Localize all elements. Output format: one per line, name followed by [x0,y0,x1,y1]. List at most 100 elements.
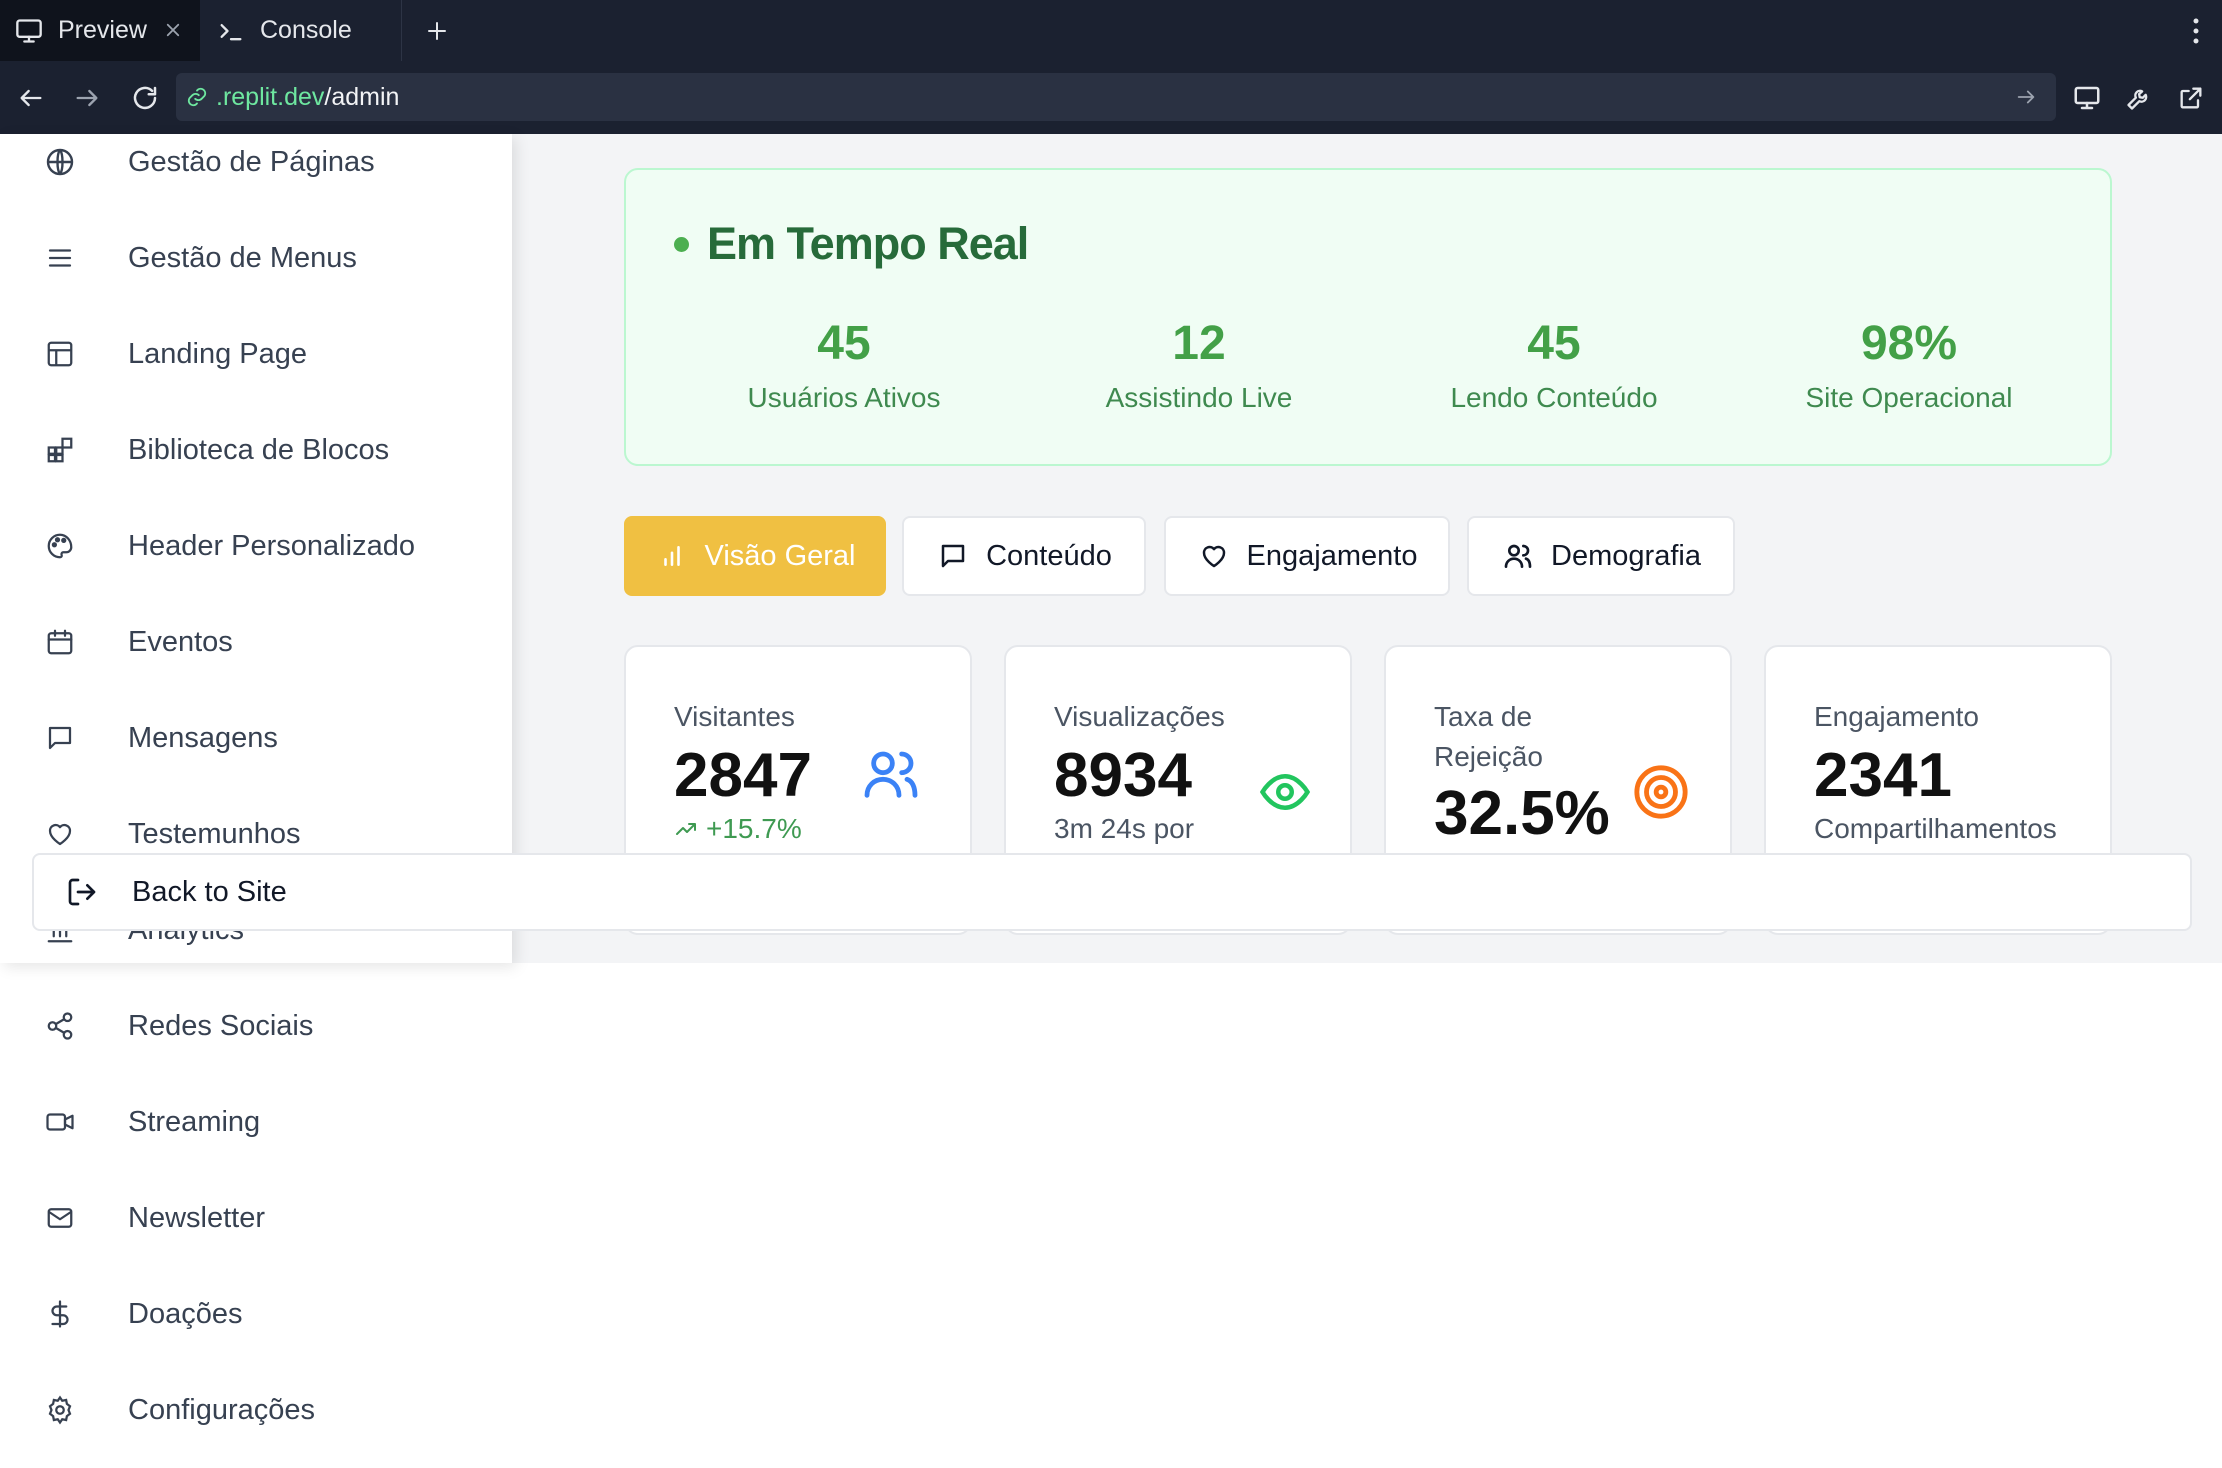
metric-value: 32.5% [1434,779,1610,848]
reload-icon[interactable] [126,79,164,117]
eye-icon [1250,757,1320,827]
realtime-stat-value: 45 [817,317,871,370]
tab-visao-geral[interactable]: Visão Geral [624,516,886,596]
metric-trend: +15.7% [674,813,802,845]
menu-icon [38,236,82,280]
sidebar-item-redes-sociais[interactable]: Redes Sociais [38,994,498,1058]
monitor-icon [14,16,44,46]
blocks-icon [38,428,82,472]
realtime-stat-value: 98% [1860,317,1958,370]
palette-icon [38,524,82,568]
realtime-stat-label: Assistindo Live [1105,382,1293,413]
video-icon [38,1100,82,1144]
sidebar-item-label: Landing Page [128,337,307,370]
sidebar-item-mensagens[interactable]: Mensagens [38,706,498,770]
sidebar-item-label: Biblioteca de Blocos [128,433,390,466]
metric-sub: 3m 24s por [1054,813,1195,844]
realtime-stat-label: Usuários Ativos [747,382,941,413]
url-domain: .replit.dev [216,82,325,111]
sidebar-item-label: Streaming [128,1105,261,1138]
metric-sub: Compartilhamentos [1814,813,2057,844]
tab-preview-label: Preview [58,16,147,44]
sidebar-item-landing-page[interactable]: Landing Page [38,322,498,386]
realtime-stat-value: 45 [1527,317,1581,370]
live-dot-icon [674,236,689,252]
trending-up-icon [674,817,698,841]
sidebar-item-label: Mensagens [128,721,278,754]
sidebar-item-gestao-paginas[interactable]: Gestão de Páginas [38,130,498,194]
metric-value: 2847 [674,741,812,810]
browser-url-bar: .replit.dev/admin [0,61,2222,134]
sidebar-item-eventos[interactable]: Eventos [38,610,498,674]
tab-conteudo[interactable]: Conteúdo [902,516,1146,596]
metric-value: 8934 [1054,741,1192,810]
wrench-icon[interactable] [2120,79,2158,117]
devices-icon[interactable] [2068,79,2106,117]
heart-icon [38,812,82,856]
sidebar-item-streaming[interactable]: Streaming [38,1090,498,1154]
link-icon [184,84,210,110]
sidebar-item-label: Testemunhos [128,817,301,850]
sidebar-item-label: Redes Sociais [128,1009,314,1042]
back-icon[interactable] [12,79,50,117]
logout-icon [62,872,102,912]
sidebar-item-header-personalizado[interactable]: Header Personalizado [38,514,498,578]
realtime-stat: 45 Lendo Conteúdo [1384,320,1724,414]
url-input[interactable]: .replit.dev/admin [176,73,2056,121]
sidebar-item-biblioteca-blocos[interactable]: Biblioteca de Blocos [38,418,498,482]
metric-label: Taxa de Rejeição [1434,701,1543,772]
metric-label: Visualizações [1054,701,1225,732]
sidebar-item-newsletter[interactable]: Newsletter [38,1186,498,1250]
sidebar-item-label: Doações [128,1297,243,1330]
target-icon [1626,757,1696,827]
settings-icon [38,1388,82,1432]
realtime-card: Em Tempo Real 45 Usuários Ativos 12 Assi… [624,168,2112,466]
bar-chart-icon [655,539,689,573]
sidebar-item-label: Newsletter [128,1201,265,1234]
realtime-stat: 98% Site Operacional [1739,320,2079,414]
message-icon [38,716,82,760]
back-to-site-button[interactable]: Back to Site [32,853,2192,931]
tab-engajamento[interactable]: Engajamento [1164,516,1450,596]
more-options-icon[interactable] [2186,14,2206,48]
metric-label: Visitantes [674,701,795,732]
close-icon[interactable] [160,17,186,43]
sidebar-item-label: Configurações [128,1393,315,1426]
tab-console[interactable]: Console [202,0,402,61]
new-tab-button[interactable] [420,14,454,48]
tab-demografia[interactable]: Demografia [1467,516,1735,596]
users-icon [1501,539,1535,573]
sidebar-item-doacoes[interactable]: Doações [38,1282,498,1346]
url-path: /admin [324,82,400,111]
realtime-title-text: Em Tempo Real [707,218,1029,269]
metric-value: 2341 [1814,741,1952,810]
go-arrow-icon[interactable] [2012,83,2040,111]
calendar-icon [38,620,82,664]
back-to-site-label: Back to Site [132,875,287,908]
realtime-stat: 45 Usuários Ativos [674,320,1014,414]
tab-preview[interactable]: Preview [0,0,200,61]
users-icon [856,739,926,809]
realtime-stat: 12 Assistindo Live [1029,320,1369,414]
sidebar-item-label: Header Personalizado [128,529,415,562]
external-link-icon[interactable] [2172,79,2210,117]
sidebar-item-label: Gestão de Páginas [128,145,375,178]
sidebar-item-gestao-menus[interactable]: Gestão de Menus [38,226,498,290]
realtime-stat-value: 12 [1172,317,1226,370]
sidebar-item-label: Gestão de Menus [128,241,357,274]
tab-console-label: Console [260,16,352,44]
sidebar-item-configuracoes[interactable]: Configurações [38,1378,498,1442]
browser-tab-bar: Preview Console [0,0,2222,61]
share-icon [38,1004,82,1048]
tab-label: Demografia [1551,539,1701,572]
tab-label: Engajamento [1246,539,1418,572]
forward-icon[interactable] [68,79,106,117]
terminal-icon [216,16,246,46]
sidebar-item-label: Eventos [128,625,233,658]
heart-icon [1197,539,1231,573]
realtime-stat-label: Site Operacional [1805,382,2013,413]
layout-icon [38,332,82,376]
realtime-stat-label: Lendo Conteúdo [1450,382,1658,413]
mail-icon [38,1196,82,1240]
dollar-icon [38,1292,82,1336]
